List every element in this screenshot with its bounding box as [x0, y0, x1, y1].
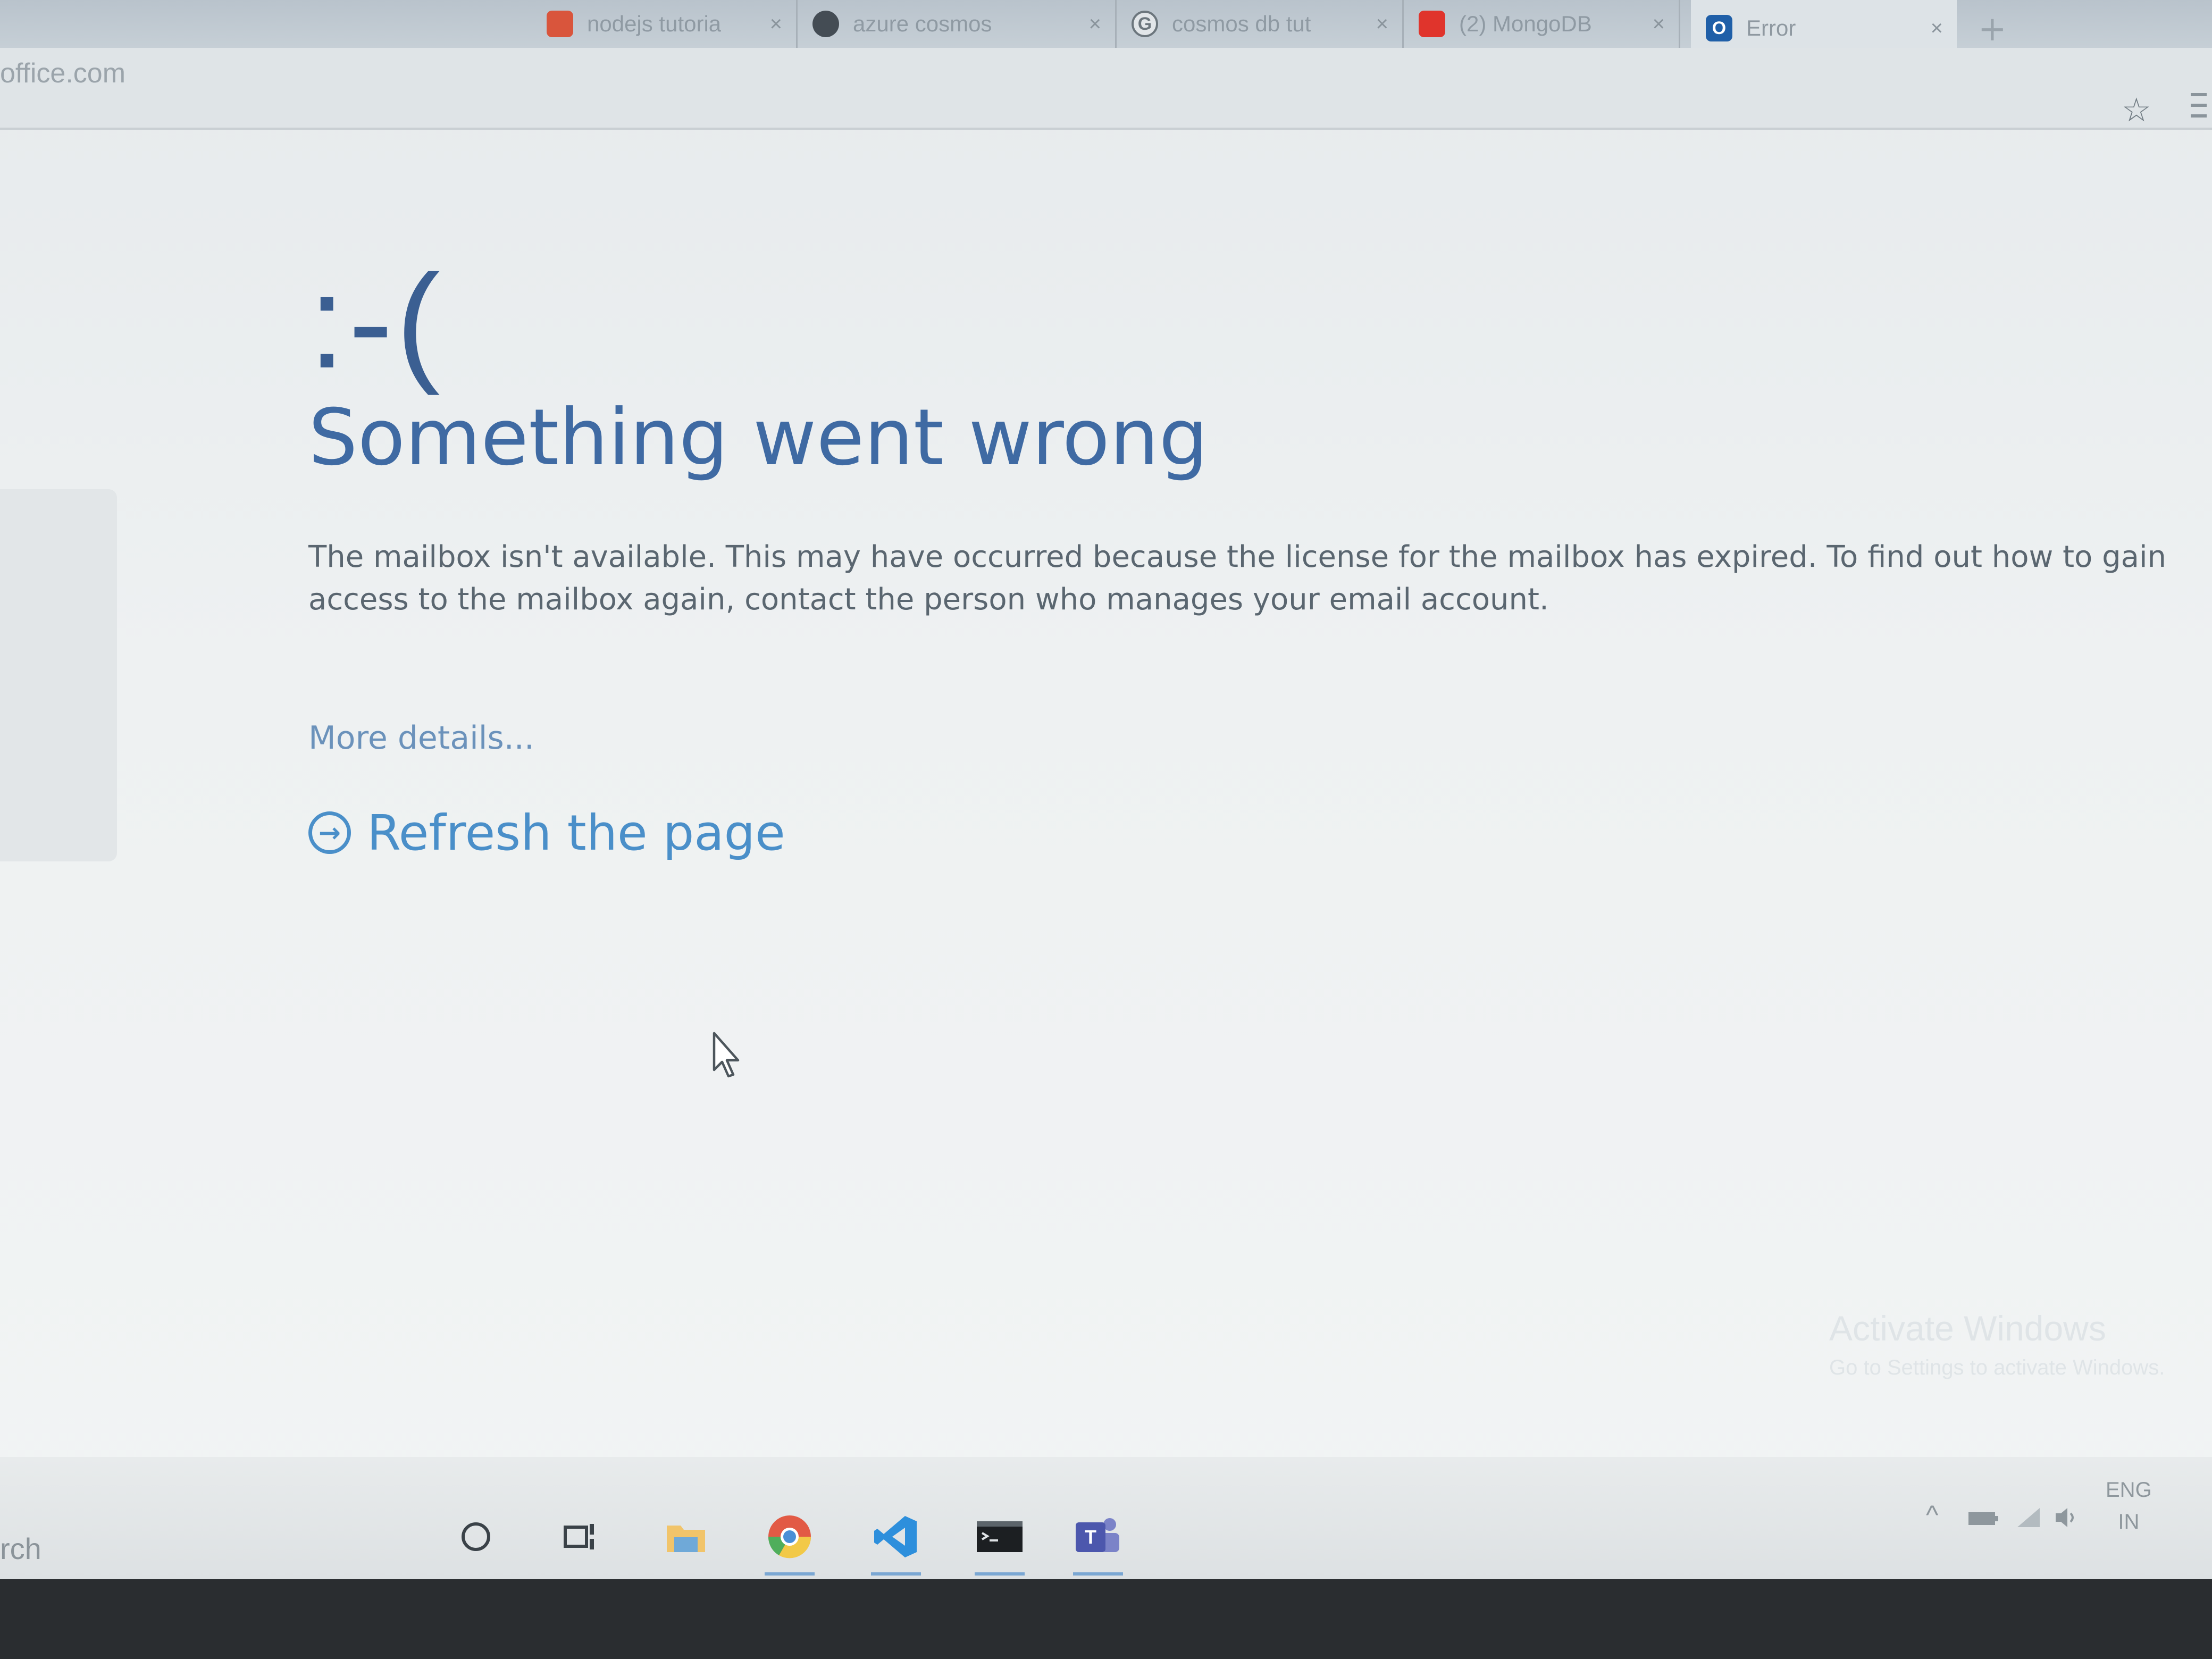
- active-app-indicator: [871, 1572, 921, 1576]
- close-icon[interactable]: ×: [1376, 12, 1388, 36]
- task-view-icon[interactable]: [550, 1507, 609, 1566]
- refresh-link[interactable]: → Refresh the page: [308, 805, 2201, 861]
- youtube-icon: [1419, 11, 1445, 37]
- active-app-indicator: [1073, 1572, 1123, 1576]
- error-title: Something went wrong: [308, 392, 1209, 483]
- google-icon: G: [1132, 11, 1158, 37]
- tab-cosmos-db[interactable]: G cosmos db tut ×: [1117, 0, 1404, 48]
- watermark-subtitle: Go to Settings to activate Windows.: [1829, 1356, 2165, 1379]
- taskbar-search[interactable]: rch: [0, 1531, 41, 1566]
- outlook-icon: O: [1706, 15, 1732, 41]
- github-icon: [812, 11, 839, 37]
- close-icon[interactable]: ×: [1653, 12, 1665, 36]
- teams-icon[interactable]: T: [1069, 1507, 1127, 1576]
- activate-windows-watermark: Activate Windows Go to Settings to activ…: [1829, 1308, 2165, 1380]
- more-details-link[interactable]: More details...: [308, 719, 534, 757]
- multicolor-icon: [547, 11, 573, 37]
- close-icon[interactable]: ×: [1089, 12, 1101, 36]
- tab-label: cosmos db tut: [1172, 11, 1311, 36]
- sad-face-emoticon: :-(: [308, 247, 443, 396]
- volume-icon[interactable]: [2054, 1506, 2078, 1532]
- battery-icon[interactable]: [1967, 1510, 1999, 1530]
- url-field[interactable]: office.com: [0, 57, 125, 89]
- active-app-indicator: [975, 1572, 1025, 1576]
- arrow-circle-icon: →: [308, 811, 351, 854]
- error-message: The mailbox isn't available. This may ha…: [308, 539, 2167, 617]
- wifi-icon[interactable]: [2015, 1506, 2042, 1532]
- active-app-indicator: [765, 1572, 815, 1576]
- system-tray: ^ ENG IN: [1914, 1457, 2212, 1579]
- address-bar: office.com ☆: [0, 48, 2212, 130]
- close-icon[interactable]: ×: [1931, 16, 1943, 40]
- tab-label: Error: [1746, 15, 1796, 40]
- tab-label: nodejs tutoria: [587, 11, 722, 36]
- tab-azure-cosmos[interactable]: azure cosmos ×: [798, 0, 1117, 48]
- tab-label: azure cosmos: [853, 11, 992, 36]
- taskbar: rch T ^ ENG IN: [0, 1457, 2212, 1579]
- monitor-bezel: [0, 1579, 2212, 1659]
- tab-label: (2) MongoDB: [1459, 11, 1592, 36]
- tab-strip: nodejs tutoria × azure cosmos × G cosmos…: [0, 0, 2212, 56]
- cortana-icon[interactable]: [447, 1507, 505, 1566]
- bookmark-star-icon[interactable]: ☆: [2122, 90, 2151, 129]
- language-code: ENG: [2106, 1478, 2152, 1502]
- refresh-label: Refresh the page: [367, 804, 785, 861]
- side-panel: [0, 489, 117, 861]
- watermark-title: Activate Windows: [1829, 1309, 2106, 1348]
- language-indicator[interactable]: ENG IN: [2106, 1474, 2152, 1538]
- chrome-icon[interactable]: [760, 1507, 819, 1576]
- vscode-icon[interactable]: [867, 1507, 925, 1576]
- mouse-cursor-icon: [713, 1032, 740, 1078]
- new-tab-button[interactable]: +: [1978, 10, 2007, 49]
- chevron-up-icon[interactable]: ^: [1926, 1499, 1938, 1530]
- tab-nodejs[interactable]: nodejs tutoria ×: [0, 0, 798, 48]
- tab-mongodb[interactable]: (2) MongoDB ×: [1404, 0, 1680, 48]
- region-code: IN: [2118, 1510, 2140, 1534]
- svg-text:T: T: [1085, 1526, 1096, 1548]
- browser-menu-icon[interactable]: [2191, 89, 2207, 121]
- error-content: :-( Something went wrong The mailbox isn…: [308, 255, 2201, 861]
- terminal-icon[interactable]: [970, 1507, 1029, 1576]
- close-icon[interactable]: ×: [770, 12, 782, 36]
- file-explorer-icon[interactable]: [657, 1507, 715, 1566]
